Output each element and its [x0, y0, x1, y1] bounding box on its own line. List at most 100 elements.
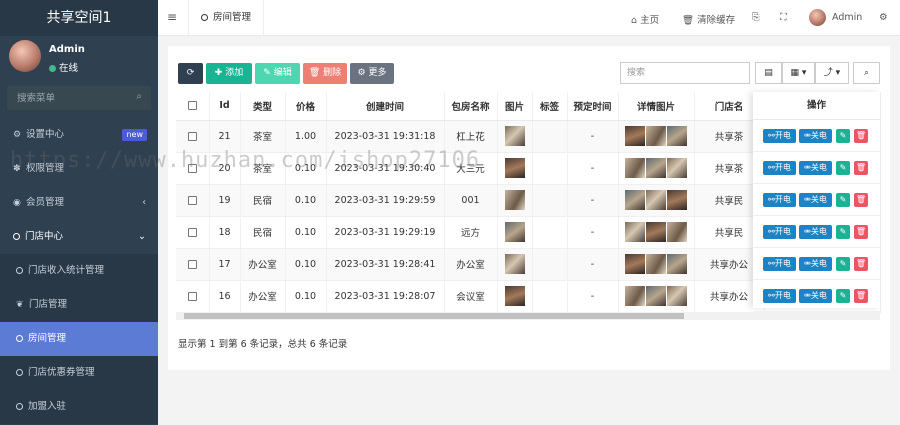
power-off-button[interactable]: ⚮关电 [799, 161, 832, 175]
room-thumbnail[interactable] [504, 222, 525, 242]
detail-thumbnail[interactable] [625, 222, 645, 242]
power-off-button[interactable]: ⚮关电 [799, 193, 832, 207]
sidebar-item-coupons[interactable]: 门店优惠券管理 [0, 356, 158, 390]
sidebar-item-store-manage[interactable]: ❦ 门店管理 [0, 288, 158, 322]
delete-row-button[interactable]: 🗑 [854, 193, 868, 207]
table-search-input[interactable]: 搜索 [620, 62, 750, 84]
checkbox[interactable] [187, 131, 197, 141]
delete-row-button[interactable]: 🗑 [854, 129, 868, 143]
cell-image[interactable] [497, 184, 533, 217]
edit-button[interactable]: ✎ 编辑 [255, 63, 300, 84]
detail-thumbnail[interactable] [646, 286, 666, 306]
checkbox[interactable] [187, 101, 197, 111]
select-all-checkbox[interactable] [176, 92, 210, 121]
scrollbar-thumb[interactable] [184, 313, 684, 319]
checkbox[interactable] [187, 291, 197, 301]
detail-thumbnail[interactable] [667, 126, 687, 146]
power-off-button[interactable]: ⚮关电 [799, 129, 832, 143]
row-checkbox[interactable] [176, 184, 210, 217]
tab-room-manage[interactable]: 房间管理 [188, 0, 265, 36]
detail-thumbnail[interactable] [667, 190, 687, 210]
cell-image[interactable] [497, 120, 533, 153]
detail-thumbnail[interactable] [646, 254, 666, 274]
edit-row-button[interactable]: ✎ [836, 129, 850, 143]
power-on-button[interactable]: ⚯开电 [763, 289, 796, 303]
delete-row-button[interactable]: 🗑 [854, 161, 868, 175]
clear-cache-link[interactable]: 🗑 清除缓存 [682, 12, 735, 26]
row-checkbox[interactable] [176, 120, 210, 153]
edit-row-button[interactable]: ✎ [836, 161, 850, 175]
topbar-user[interactable]: Admin [832, 12, 862, 23]
power-on-button[interactable]: ⚯开电 [763, 225, 796, 239]
detail-thumbnail[interactable] [667, 286, 687, 306]
export-button[interactable]: ⤴ ▾ [815, 62, 849, 84]
delete-button[interactable]: 🗑 删除 [303, 63, 347, 84]
sidebar-item-members[interactable]: ◉ 会员管理 ‹ [0, 186, 158, 220]
delete-row-button[interactable]: 🗑 [854, 289, 868, 303]
room-thumbnail[interactable] [504, 286, 525, 306]
col-tag[interactable]: 标签 [532, 92, 568, 121]
cell-image[interactable] [497, 216, 533, 249]
avatar[interactable] [9, 40, 41, 72]
horizontal-scrollbar[interactable] [176, 312, 880, 320]
detail-thumbnail[interactable] [667, 158, 687, 178]
detail-thumbnail[interactable] [667, 254, 687, 274]
detail-thumbnail[interactable] [625, 158, 645, 178]
sidebar-search-input[interactable] [7, 86, 151, 110]
cell-image[interactable] [497, 152, 533, 185]
delete-row-button[interactable]: 🗑 [854, 225, 868, 239]
checkbox[interactable] [187, 227, 197, 237]
detail-thumbnail[interactable] [625, 254, 645, 274]
home-link[interactable]: ⌂ 主页 [631, 12, 659, 26]
col-type[interactable]: 类型 [240, 92, 286, 121]
row-checkbox[interactable] [176, 152, 210, 185]
col-id[interactable]: Id [209, 92, 241, 121]
cell-image[interactable] [497, 280, 533, 313]
topbar-avatar[interactable] [809, 9, 826, 26]
col-room-name[interactable]: 包房名称 [444, 92, 498, 121]
detail-thumbnail[interactable] [667, 222, 687, 242]
sidebar-item-permissions[interactable]: ✽ 权限管理 [0, 152, 158, 186]
add-button[interactable]: ✚ 添加 [206, 63, 252, 84]
sidebar-item-room-manage[interactable]: 房间管理 [0, 322, 158, 356]
fullscreen-icon[interactable]: ⛶ [780, 12, 787, 23]
power-on-button[interactable]: ⚯开电 [763, 193, 796, 207]
col-created[interactable]: 创建时间 [326, 92, 445, 121]
edit-row-button[interactable]: ✎ [836, 257, 850, 271]
room-thumbnail[interactable] [504, 126, 525, 146]
search-icon[interactable]: ⌕ [136, 91, 142, 102]
room-thumbnail[interactable] [504, 158, 525, 178]
detail-thumbnail[interactable] [646, 126, 666, 146]
col-price[interactable]: 价格 [285, 92, 327, 121]
gears-icon[interactable]: ⚙ [879, 12, 888, 23]
row-checkbox[interactable] [176, 216, 210, 249]
power-off-button[interactable]: ⚮关电 [799, 225, 832, 239]
delete-row-button[interactable]: 🗑 [854, 257, 868, 271]
detail-thumbnail[interactable] [646, 190, 666, 210]
power-on-button[interactable]: ⚯开电 [763, 257, 796, 271]
room-thumbnail[interactable] [504, 254, 525, 274]
sidebar-item-store-income[interactable]: 门店收入统计管理 [0, 254, 158, 288]
sidebar-item-store-center[interactable]: 门店中心 ⌄ [0, 220, 158, 254]
power-on-button[interactable]: ⚯开电 [763, 129, 796, 143]
sidebar-item-settings[interactable]: ⚙ 设置中心 new [0, 118, 158, 152]
edit-row-button[interactable]: ✎ [836, 225, 850, 239]
sidebar-item-franchise[interactable]: 加盟入驻 [0, 390, 158, 424]
power-on-button[interactable]: ⚯开电 [763, 161, 796, 175]
detail-thumbnail[interactable] [625, 126, 645, 146]
col-booking-time[interactable]: 预定时间 [567, 92, 619, 121]
checkbox[interactable] [187, 259, 197, 269]
edit-row-button[interactable]: ✎ [836, 193, 850, 207]
power-off-button[interactable]: ⚮关电 [799, 289, 832, 303]
power-off-button[interactable]: ⚮关电 [799, 257, 832, 271]
cell-image[interactable] [497, 248, 533, 281]
detail-thumbnail[interactable] [646, 222, 666, 242]
col-detail-images[interactable]: 详情图片 [618, 92, 695, 121]
search-button[interactable]: ⌕ [853, 62, 880, 84]
room-thumbnail[interactable] [504, 190, 525, 210]
refresh-button[interactable]: ⟳ [178, 63, 203, 84]
detail-thumbnail[interactable] [646, 158, 666, 178]
row-checkbox[interactable] [176, 280, 210, 313]
checkbox[interactable] [187, 195, 197, 205]
detail-thumbnail[interactable] [625, 190, 645, 210]
